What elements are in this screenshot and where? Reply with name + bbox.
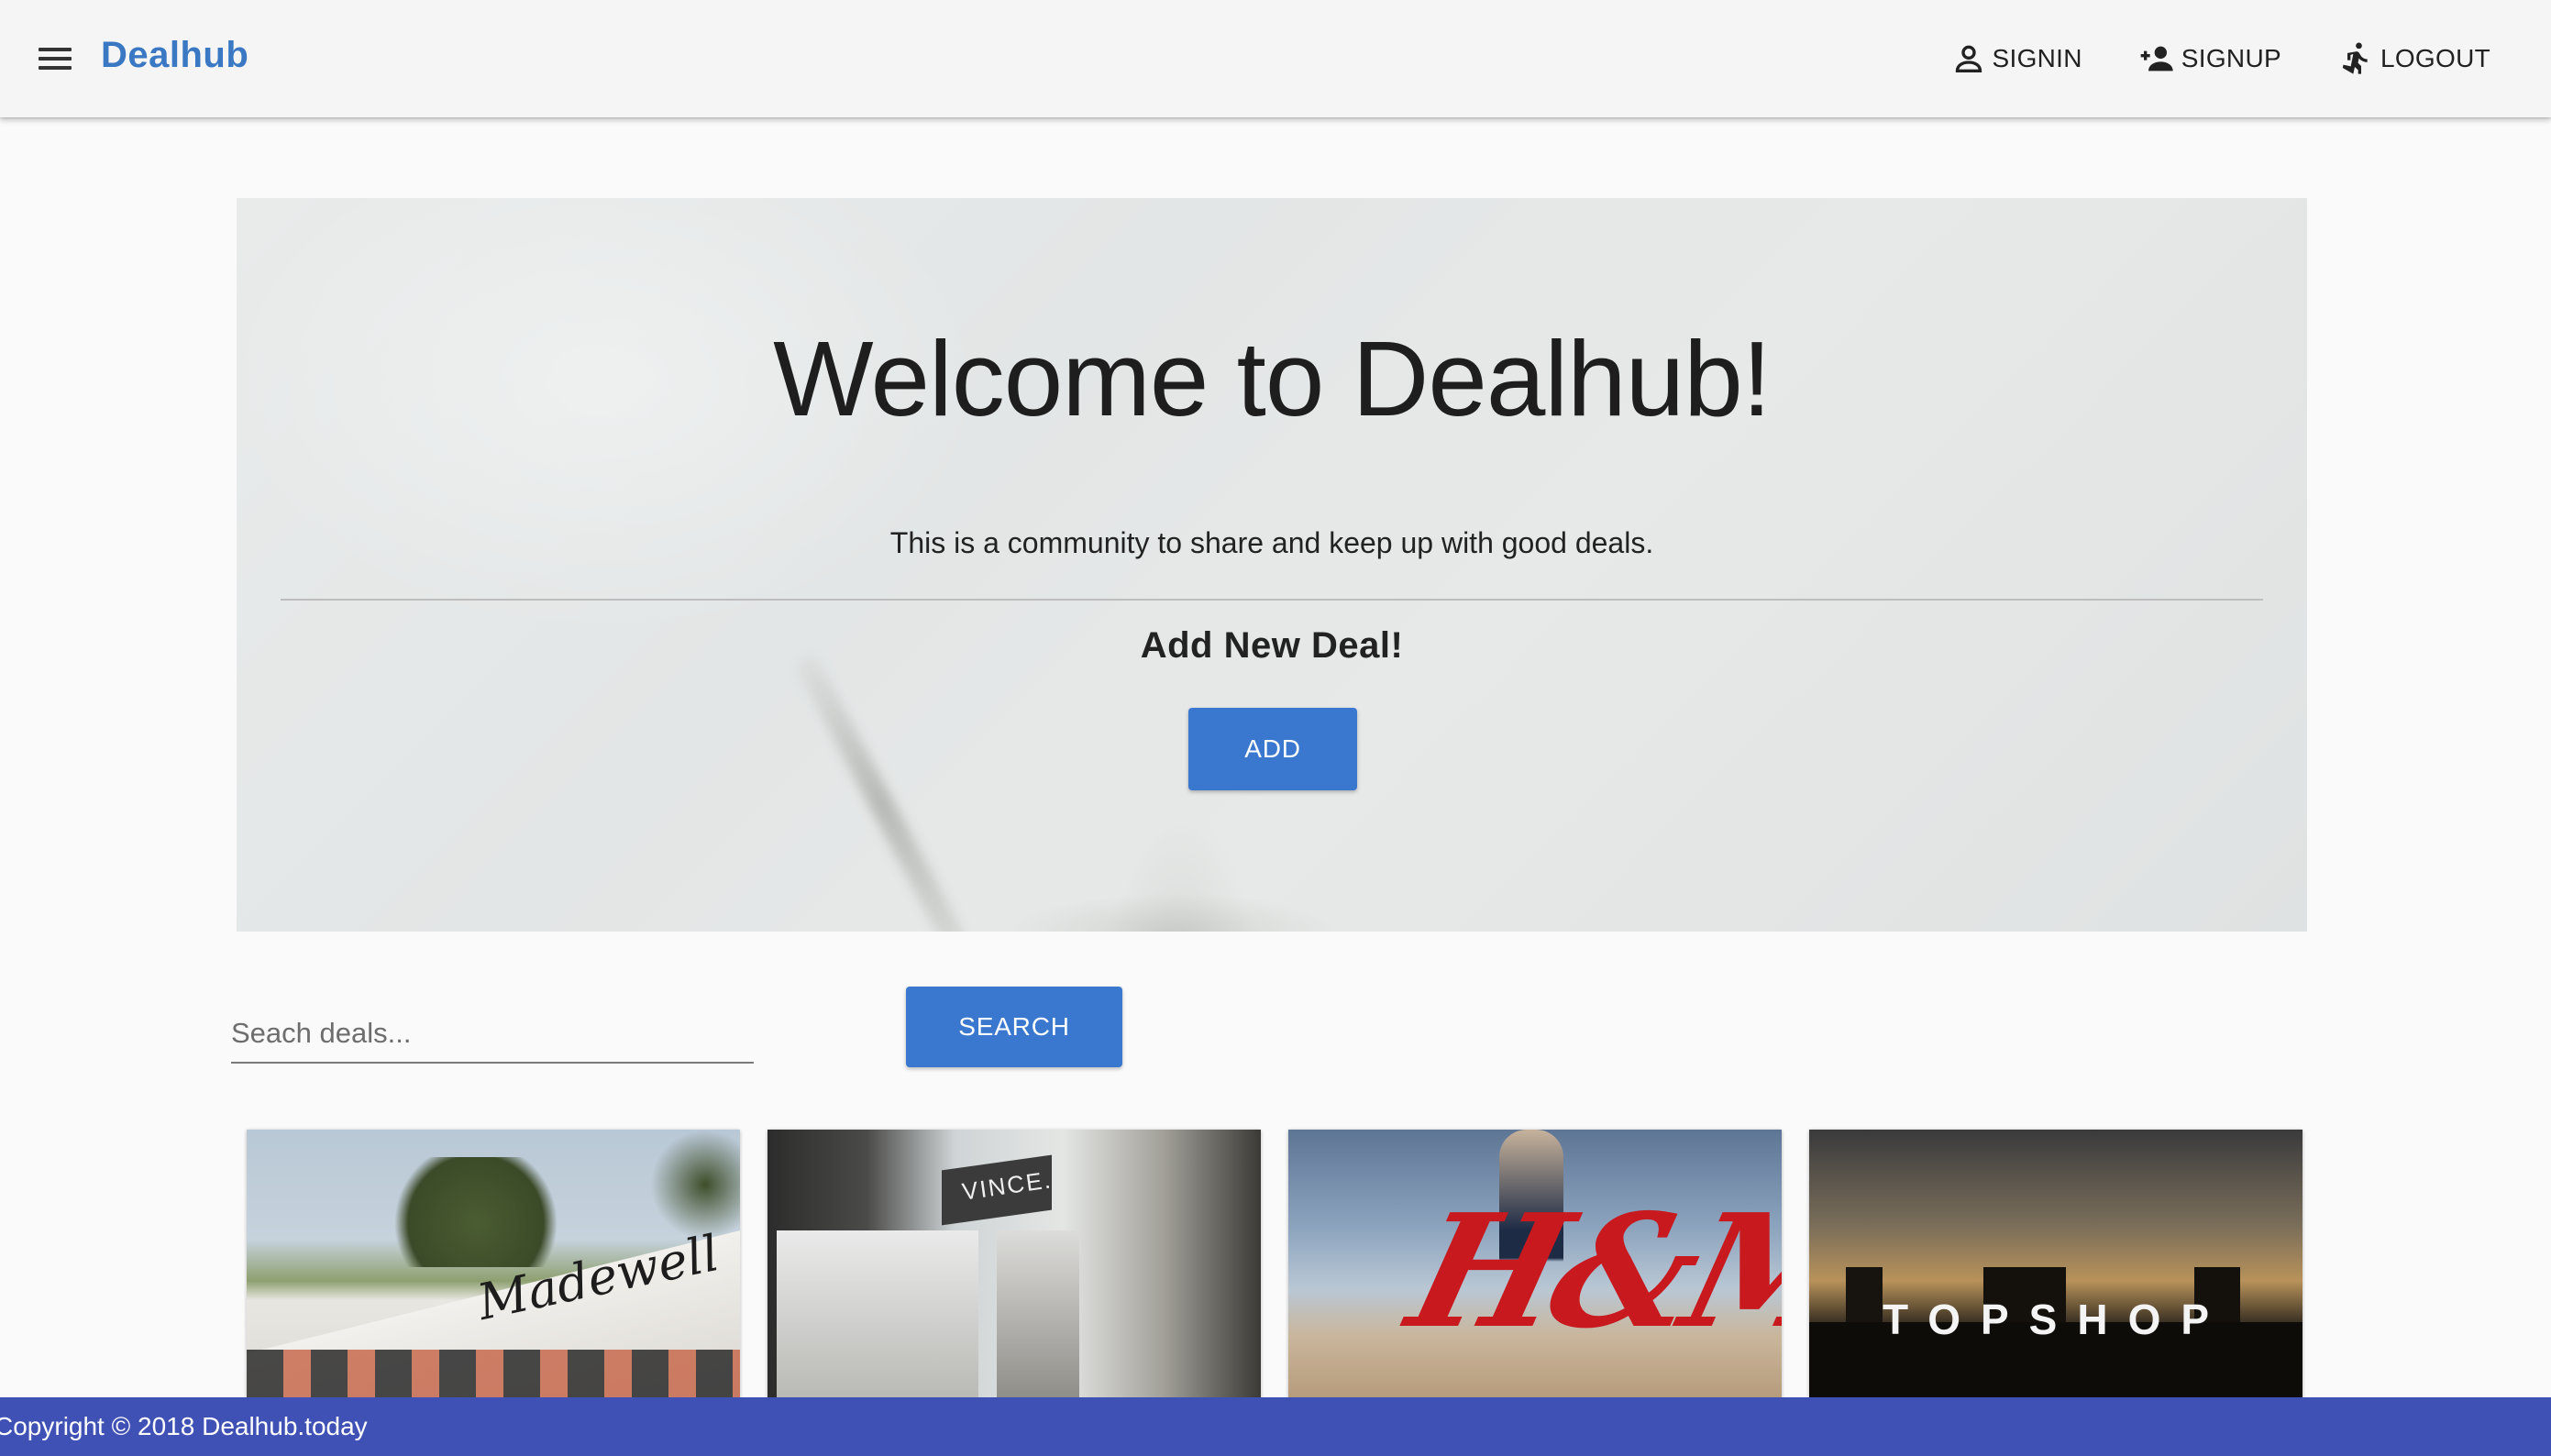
deal-card-hm[interactable]: H&M [1288, 1130, 1782, 1405]
logout-label: LOGOUT [2380, 44, 2490, 72]
card-image-trees [384, 1157, 568, 1267]
card-image-window [777, 1230, 978, 1405]
add-deal-button[interactable]: ADD [1188, 708, 1357, 790]
app-bar: Dealhub SIGNIN SIGNUP LOGOUT [0, 0, 2551, 117]
hero-subtitle: This is a community to share and keep up… [889, 526, 1654, 559]
footer: Copyright © 2018 Dealhub.today [0, 1397, 2551, 1456]
card-image-door [997, 1230, 1079, 1405]
search-button[interactable]: SEARCH [906, 987, 1122, 1067]
add-deal-heading: Add New Deal! [1140, 625, 1404, 666]
search-input[interactable] [231, 1005, 754, 1064]
store-logo: H&M [1394, 1180, 1782, 1363]
person-outline-icon [1955, 45, 1982, 72]
signup-label: SIGNUP [2181, 44, 2281, 72]
signin-button[interactable]: SIGNIN [1950, 40, 2082, 77]
card-image-trees [650, 1130, 740, 1240]
hero-banner: Welcome to Dealhub! This is a community … [237, 198, 2307, 932]
signup-button[interactable]: SIGNUP [2139, 40, 2281, 77]
menu-icon[interactable] [37, 40, 73, 77]
running-person-icon [2342, 42, 2368, 74]
hero-divider [281, 599, 2263, 601]
card-image-awning [247, 1350, 740, 1405]
signin-label: SIGNIN [1992, 44, 2082, 72]
logout-button[interactable]: LOGOUT [2338, 40, 2490, 77]
store-logo: TOPSHOP [1882, 1296, 2230, 1343]
person-add-icon [2140, 46, 2173, 72]
top-nav: SIGNIN SIGNUP LOGOUT [1950, 0, 2490, 117]
deal-card-topshop[interactable]: TOPSHOP [1809, 1130, 2303, 1405]
hero-title: Welcome to Dealhub! [773, 319, 1772, 438]
brand-title[interactable]: Dealhub [101, 35, 248, 76]
deal-card-vince[interactable]: VINCE. [768, 1130, 1261, 1405]
copyright-text: Copyright © 2018 Dealhub.today [0, 1412, 368, 1440]
deal-card-madewell[interactable]: Madewell [247, 1130, 740, 1405]
hero-background-texture [793, 651, 969, 932]
